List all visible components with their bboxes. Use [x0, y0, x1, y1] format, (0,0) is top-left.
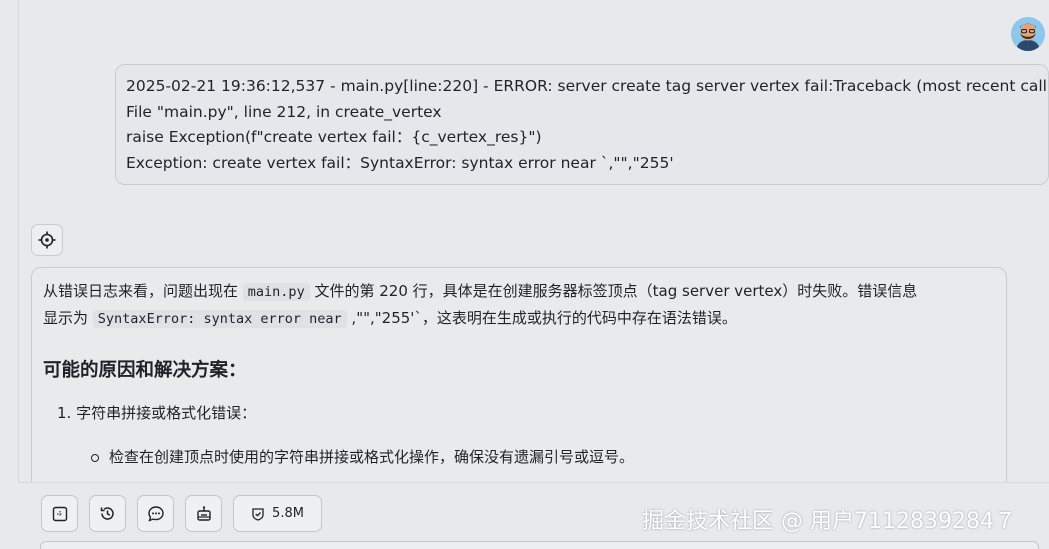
user-message-line: File "main.py", line 212, in create_vert… [126, 102, 442, 121]
paragraph-text: 从错误日志来看，问题出现在 [43, 282, 239, 300]
user-message-bubble: 2025-02-21 19:36:12,537 - main.py[line:2… [115, 64, 1049, 185]
bullet-list-item: 检查在创建顶点时使用的字符串拼接或格式化操作，确保没有遗漏引号或逗号。 [91, 446, 1006, 468]
size-label: 5.8M [272, 506, 304, 521]
paragraph-text: 显示为 [43, 309, 89, 327]
frame-button[interactable] [41, 495, 78, 532]
ordered-list-item: 1. 字符串拼接或格式化错误： [57, 404, 257, 422]
chat-button[interactable] [137, 495, 174, 532]
history-icon [99, 505, 116, 522]
paragraph-text: ,"","255'`，这表明在生成或执行的代码中存在语法错误。 [351, 309, 737, 327]
left-divider [18, 0, 19, 549]
robot-icon [195, 505, 213, 523]
assistant-message-bubble: 从错误日志来看，问题出现在 main.py 文件的第 220 行，具体是在创建服… [31, 267, 1007, 497]
section-heading: 可能的原因和解决方案： [43, 360, 247, 381]
history-button[interactable] [89, 495, 126, 532]
chat-icon [147, 505, 165, 523]
robot-button[interactable] [185, 495, 222, 532]
frame-icon [52, 506, 68, 522]
assistant-icon[interactable] [31, 224, 63, 256]
user-message-line: 2025-02-21 19:36:12,537 - main.py[line:2… [126, 77, 1049, 95]
message-input[interactable] [40, 541, 1039, 549]
assistant-paragraph: 从错误日志来看，问题出现在 main.py 文件的第 220 行，具体是在创建服… [43, 278, 1006, 332]
inline-code-error: SyntaxError: syntax error near [92, 310, 347, 328]
size-button[interactable]: 5.8M [233, 495, 322, 532]
user-message-line: Exception: create vertex fail：SyntaxErro… [126, 153, 674, 172]
user-message-line: raise Exception(f"create vertex fail：{c_… [126, 128, 542, 146]
crosshair-icon [38, 231, 56, 249]
user-avatar[interactable] [1011, 17, 1045, 51]
inline-code-filename: main.py [242, 283, 310, 301]
paragraph-text: 文件的第 220 行，具体是在创建服务器标签顶点（tag server vert… [314, 282, 918, 300]
watermark: 掘金技术社区 @ 用户7112839284７ [642, 509, 1016, 534]
shield-icon [251, 507, 265, 521]
